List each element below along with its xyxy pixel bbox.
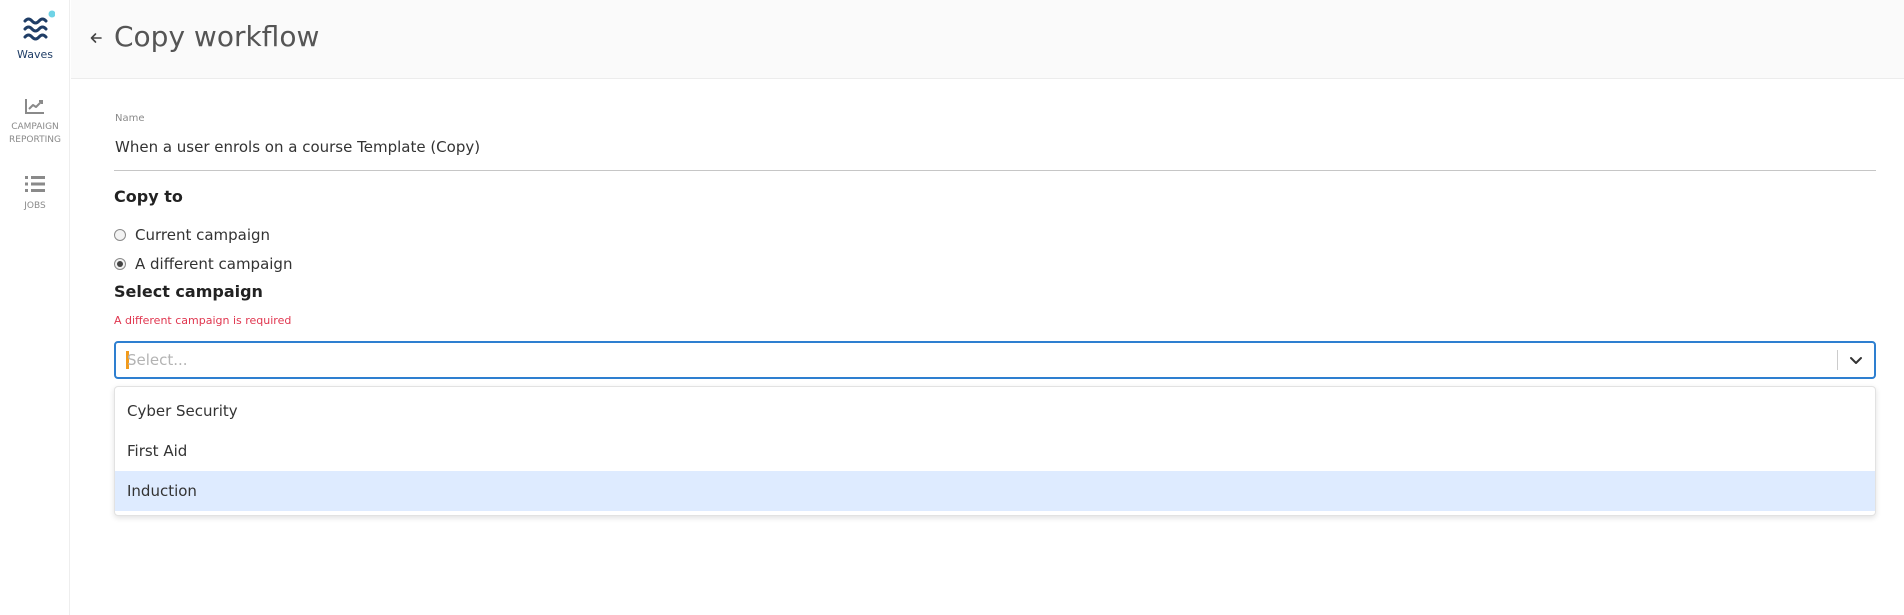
indicator-separator: [1837, 350, 1838, 370]
logo-text: Waves: [17, 48, 53, 61]
radio-label: A different campaign: [135, 255, 293, 273]
campaign-dropdown-menu: Cyber Security First Aid Induction: [114, 386, 1876, 516]
waves-logo[interactable]: Waves: [0, 6, 70, 70]
radio-button-checked[interactable]: [114, 258, 126, 270]
option-induction[interactable]: Induction: [115, 471, 1875, 511]
name-field-label: Name: [115, 113, 145, 124]
radio-different-campaign[interactable]: A different campaign: [114, 253, 292, 275]
nav-jobs[interactable]: JOBS: [0, 174, 70, 213]
page-title: Copy workflow: [114, 20, 320, 53]
campaign-select[interactable]: Select...: [114, 341, 1876, 379]
nav-campaign-reporting[interactable]: CAMPAIGN REPORTING: [0, 97, 70, 147]
waves-logo-icon: [23, 10, 55, 41]
nav-label-jobs: JOBS: [24, 201, 46, 211]
chart-line-icon: [25, 99, 44, 114]
radio-label: Current campaign: [135, 226, 271, 244]
select-campaign-heading: Select campaign: [114, 282, 263, 301]
chevron-down-icon[interactable]: [1847, 351, 1865, 369]
radio-button[interactable]: [114, 229, 126, 241]
copy-to-heading: Copy to: [114, 187, 183, 206]
list-icon: [25, 176, 45, 192]
option-first-aid[interactable]: First Aid: [115, 431, 1875, 471]
sidebar: Waves CAMPAIGN REPORTING JOBS: [0, 0, 70, 615]
option-cyber-security[interactable]: Cyber Security: [115, 391, 1875, 431]
nav-label-campaign-reporting: CAMPAIGN REPORTING: [9, 122, 61, 145]
name-field[interactable]: When a user enrols on a course Template …: [114, 131, 1876, 171]
back-arrow-icon[interactable]: [88, 30, 104, 46]
radio-current-campaign[interactable]: Current campaign: [114, 224, 270, 246]
select-placeholder: Select...: [127, 351, 188, 369]
validation-error: A different campaign is required: [114, 314, 292, 327]
page-header: Copy workflow: [71, 0, 1904, 79]
